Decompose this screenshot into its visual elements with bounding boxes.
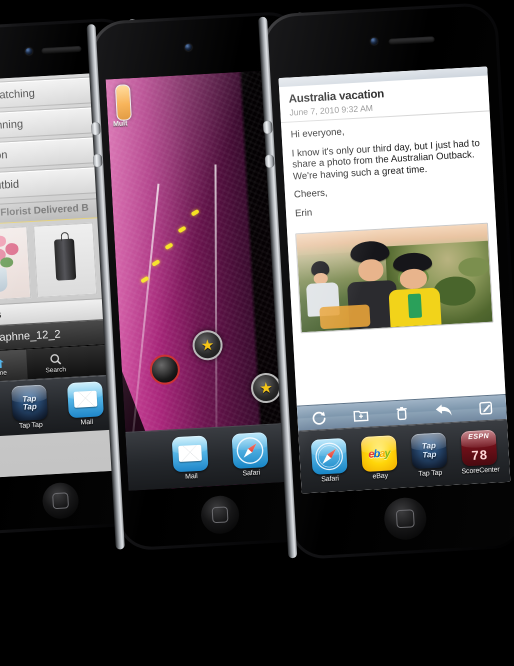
message-signoff: Cheers, xyxy=(293,187,328,201)
mail-icon xyxy=(67,381,104,419)
row-label: Outbid xyxy=(0,178,20,192)
photo-rider-child xyxy=(385,251,442,327)
message-photo[interactable] xyxy=(295,222,494,333)
flower-bouquet-image xyxy=(0,227,31,301)
star-icon: ★ xyxy=(200,336,215,355)
refresh-icon[interactable] xyxy=(311,410,327,426)
tab-search[interactable]: Search xyxy=(26,346,85,379)
compose-icon[interactable] xyxy=(478,401,493,416)
dock-app-label: Mail xyxy=(80,418,94,427)
taptap-icon: Tap Tap xyxy=(410,432,448,470)
message-sender: Erin xyxy=(294,207,313,220)
envelope-shape xyxy=(178,444,202,463)
envelope-shape xyxy=(73,390,98,409)
multiplier-label: Mult xyxy=(112,120,128,129)
home-square-icon xyxy=(395,509,415,529)
phone-right-mail: Australia vacation June 7, 2010 9:32 AM … xyxy=(258,1,514,561)
home-square-icon xyxy=(52,492,69,510)
dock-app-safari[interactable]: Safari xyxy=(306,437,352,484)
volume-up-button[interactable] xyxy=(90,121,101,136)
tab-label: Home xyxy=(0,369,8,378)
reflection-right xyxy=(273,554,512,666)
dock-app-label: Safari xyxy=(321,475,340,484)
dock-app-taptap[interactable]: Tap Tap Tap Tap xyxy=(7,384,53,430)
volume-down-button[interactable] xyxy=(264,154,275,168)
tab-label: Search xyxy=(45,365,67,374)
home-icon xyxy=(0,356,5,368)
dock-app-scorecenter[interactable]: ESPN 78 ScoreCenter xyxy=(456,429,502,476)
dock-app-mail[interactable]: Mail xyxy=(167,435,213,481)
lantern-shape xyxy=(53,238,77,281)
dock-app-taptap[interactable]: Tap Tap Tap Tap xyxy=(406,432,452,478)
message-body: Hi everyone, I know it's only our third … xyxy=(281,111,496,231)
search-icon xyxy=(49,353,61,365)
compass-glyph xyxy=(236,437,264,464)
compass-glyph xyxy=(315,442,343,471)
rider-face xyxy=(399,268,428,290)
dock-app-label: Tap Tap xyxy=(418,469,443,478)
deal-thumb-lantern[interactable] xyxy=(33,222,98,298)
screen-right: Australia vacation June 7, 2010 9:32 AM … xyxy=(278,66,511,494)
safari-icon xyxy=(231,432,269,469)
row-label: Won xyxy=(0,148,8,162)
mail-app: Australia vacation June 7, 2010 9:32 AM … xyxy=(278,66,511,494)
reflection-middle xyxy=(101,562,319,666)
dock-app-label: Mail xyxy=(184,473,198,481)
lantern-image xyxy=(34,223,97,297)
username-label: daphne_12_2 xyxy=(0,328,61,345)
star-icon: ★ xyxy=(258,379,274,397)
shirt-graphic xyxy=(407,293,423,319)
row-label: Watching xyxy=(0,87,36,102)
dock-app-label: eBay xyxy=(372,472,389,481)
home-square-icon xyxy=(211,506,229,524)
ebay-icon: ebay xyxy=(360,435,398,473)
espn-scorecenter-icon: ESPN 78 xyxy=(460,429,498,467)
dock-app-label: Safari xyxy=(242,469,261,478)
mail-icon xyxy=(171,435,209,473)
multiplier-meter xyxy=(114,84,132,121)
volume-up-button[interactable] xyxy=(262,120,273,135)
reply-icon[interactable] xyxy=(434,403,452,418)
dock-app-mail[interactable]: Mail xyxy=(63,381,109,427)
deals-label: Deals xyxy=(0,309,2,323)
volume-down-button[interactable] xyxy=(92,153,103,168)
message-text: I know it's only our third day, but I ju… xyxy=(291,137,481,183)
row-label: Winning xyxy=(0,117,24,132)
tab-home[interactable]: Home xyxy=(0,349,28,383)
move-folder-icon[interactable] xyxy=(352,408,369,423)
saddle-bag xyxy=(319,304,371,329)
trash-icon[interactable] xyxy=(394,405,408,421)
dock-app-ebay[interactable]: ebay eBay xyxy=(356,435,402,481)
reflection-left xyxy=(0,552,151,666)
safari-icon xyxy=(310,437,348,475)
dock-right: Safari ebay eBay Tap Tap Tap Tap ESPN 78… xyxy=(298,418,511,494)
dock-app-label: ScoreCenter xyxy=(461,466,500,476)
scene-root: 15 Watching 2 Winning 4 Won 1 Outbid xyxy=(0,0,514,666)
dock-app-label: Tap Tap xyxy=(18,421,43,430)
deal-thumb-flowers[interactable] xyxy=(0,226,32,302)
rider-face xyxy=(357,258,385,282)
message-greeting: Hi everyone, xyxy=(290,126,345,141)
taptap-icon: Tap Tap xyxy=(11,384,48,422)
dock-app-safari[interactable]: Safari xyxy=(227,432,273,478)
